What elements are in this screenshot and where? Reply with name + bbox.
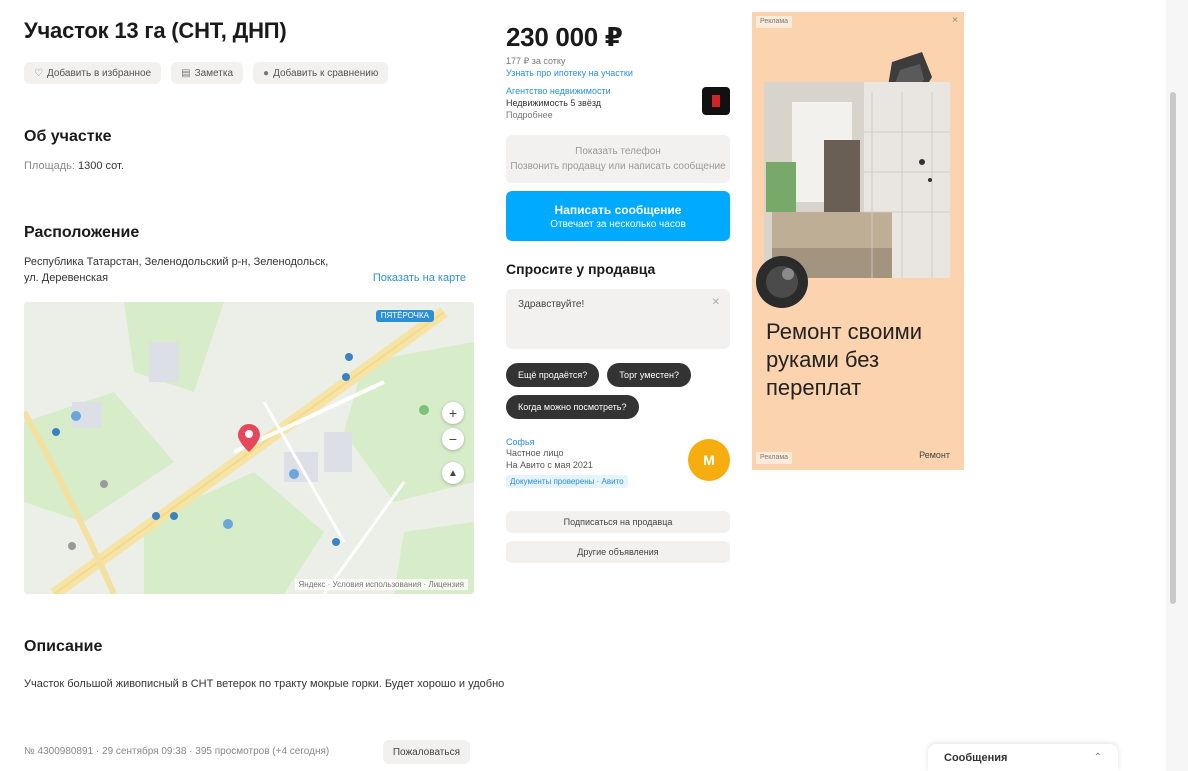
favorite-label: Добавить в избранное <box>46 67 152 79</box>
map-canvas <box>24 302 474 594</box>
description-text: Участок большой живописный в СНТ ветерок… <box>24 678 505 690</box>
message-text: Здравствуйте! <box>518 299 585 310</box>
other-ads-button[interactable]: Другие объявления <box>506 541 730 563</box>
scrollbar-thumb[interactable] <box>1170 92 1176 604</box>
location-heading: Расположение <box>24 224 140 241</box>
ad-image <box>756 52 950 308</box>
ad-headline: Ремонт своими руками без переплат <box>766 319 923 400</box>
ask-seller-heading: Спросите у продавца <box>506 261 656 277</box>
seller-badge: Документы проверены · Авито <box>506 475 628 488</box>
agency-name: Недвижимость 5 звёзд <box>506 98 602 108</box>
price-sidebar: 230 000 ₽ 177 ₽ за сотку Узнать про ипот… <box>506 22 730 563</box>
agency-logo[interactable] <box>702 87 730 115</box>
ad-label: Реклама <box>756 16 793 28</box>
about-heading: Об участке <box>24 128 112 145</box>
ad-banner[interactable]: Реклама × Ремонт своими руками без переп… <box>752 12 964 470</box>
compare-label: Добавить к сравнению <box>273 67 379 79</box>
quick-reply[interactable]: Торг уместен? <box>607 363 691 387</box>
description-heading: Описание <box>24 638 103 655</box>
chevron-up-icon[interactable]: ⌃ <box>1094 752 1102 763</box>
zoom-in-button[interactable]: + <box>442 402 464 424</box>
address-row: Республика Татарстан, Зеленодольский р-н… <box>24 254 476 290</box>
param-label: Площадь: <box>24 160 75 172</box>
show-phone-button[interactable]: Показать телефон Позвонить продавцу или … <box>506 135 730 183</box>
compare-icon: ● <box>263 67 270 79</box>
param-value: 1300 сот. <box>78 160 124 172</box>
seller-block: Софья Частное лицо На Авито с мая 2021 Д… <box>506 437 730 501</box>
note-button[interactable]: ▤ Заметка <box>171 62 244 84</box>
show-phone-subtitle: Позвонить продавцу или написать сообщени… <box>510 161 726 172</box>
show-on-map-link[interactable]: Показать на карте <box>373 272 466 284</box>
location-map[interactable]: ПЯТЁРОЧКА + − ▲ Яндекс · Условия использ… <box>24 302 474 594</box>
message-input[interactable]: Здравствуйте! ✕ <box>506 289 730 349</box>
about-section: Об участке Площадь: 1300 сот. <box>24 128 476 172</box>
show-phone-title: Показать телефон <box>575 146 661 157</box>
mortgage-link[interactable]: Узнать про ипотеку на участки <box>506 67 730 79</box>
price-per-unit: 177 ₽ за сотку <box>506 56 566 66</box>
ad-brand: Ремонт <box>919 450 950 460</box>
note-icon: ▤ <box>181 67 191 79</box>
clear-icon[interactable]: ✕ <box>712 297 720 308</box>
map-poi-badge: ПЯТЁРОЧКА <box>375 310 434 322</box>
favorite-button[interactable]: ♡ Добавить в избранное <box>24 62 162 84</box>
agency-more[interactable]: Подробнее <box>506 109 730 121</box>
listing-main: Участок 13 га (СНТ, ДНП) ♡ Добавить в из… <box>24 14 476 290</box>
heart-icon: ♡ <box>34 67 43 79</box>
location-section: Расположение Республика Татарстан, Зелен… <box>24 224 476 290</box>
subscribe-button[interactable]: Подписаться на продавца <box>506 511 730 533</box>
report-button[interactable]: Пожаловаться <box>382 740 470 764</box>
agency-logo-mark <box>712 95 720 107</box>
listing-actions: ♡ Добавить в избранное ▤ Заметка ● Добав… <box>24 62 476 84</box>
listing-footer: № 4300980891 · 29 сентября 09:38 · 395 п… <box>24 740 474 764</box>
messages-widget[interactable]: Сообщения ⌃ <box>928 744 1118 771</box>
param-area: Площадь: 1300 сот. <box>24 160 476 172</box>
quick-reply[interactable]: Ещё продаётся? <box>506 363 600 387</box>
ad-footer-label: Реклама <box>756 452 793 464</box>
close-icon[interactable]: × <box>952 15 958 26</box>
write-message-subtitle: Отвечает за несколько часов <box>550 218 686 230</box>
listing-meta: № 4300980891 · 29 сентября 09:38 · 395 п… <box>24 746 330 757</box>
messages-label: Сообщения <box>944 751 1008 764</box>
price: 230 000 ₽ <box>506 22 623 52</box>
agency-block: Агентство недвижимости Недвижимость 5 зв… <box>506 85 730 125</box>
write-message-button[interactable]: Написать сообщение Отвечает за несколько… <box>506 191 730 241</box>
address-text: Республика Татарстан, Зеленодольский р-н… <box>24 256 329 284</box>
write-message-title: Написать сообщение <box>554 202 682 217</box>
compare-button[interactable]: ● Добавить к сравнению <box>253 62 389 84</box>
page-title: Участок 13 га (СНТ, ДНП) <box>24 18 287 43</box>
zoom-out-button[interactable]: − <box>442 428 464 450</box>
quick-reply[interactable]: Когда можно посмотреть? <box>506 395 639 419</box>
locate-button[interactable]: ▲ <box>442 462 464 484</box>
robot-vacuum-icon <box>756 256 808 308</box>
note-label: Заметка <box>194 67 234 79</box>
map-attribution[interactable]: Яндекс · Условия использования · Лицензи… <box>294 579 468 590</box>
quick-replies: Ещё продаётся? Торг уместен? Когда можно… <box>506 363 730 419</box>
agency-label[interactable]: Агентство недвижимости <box>506 85 730 97</box>
avatar[interactable]: М <box>688 439 730 481</box>
